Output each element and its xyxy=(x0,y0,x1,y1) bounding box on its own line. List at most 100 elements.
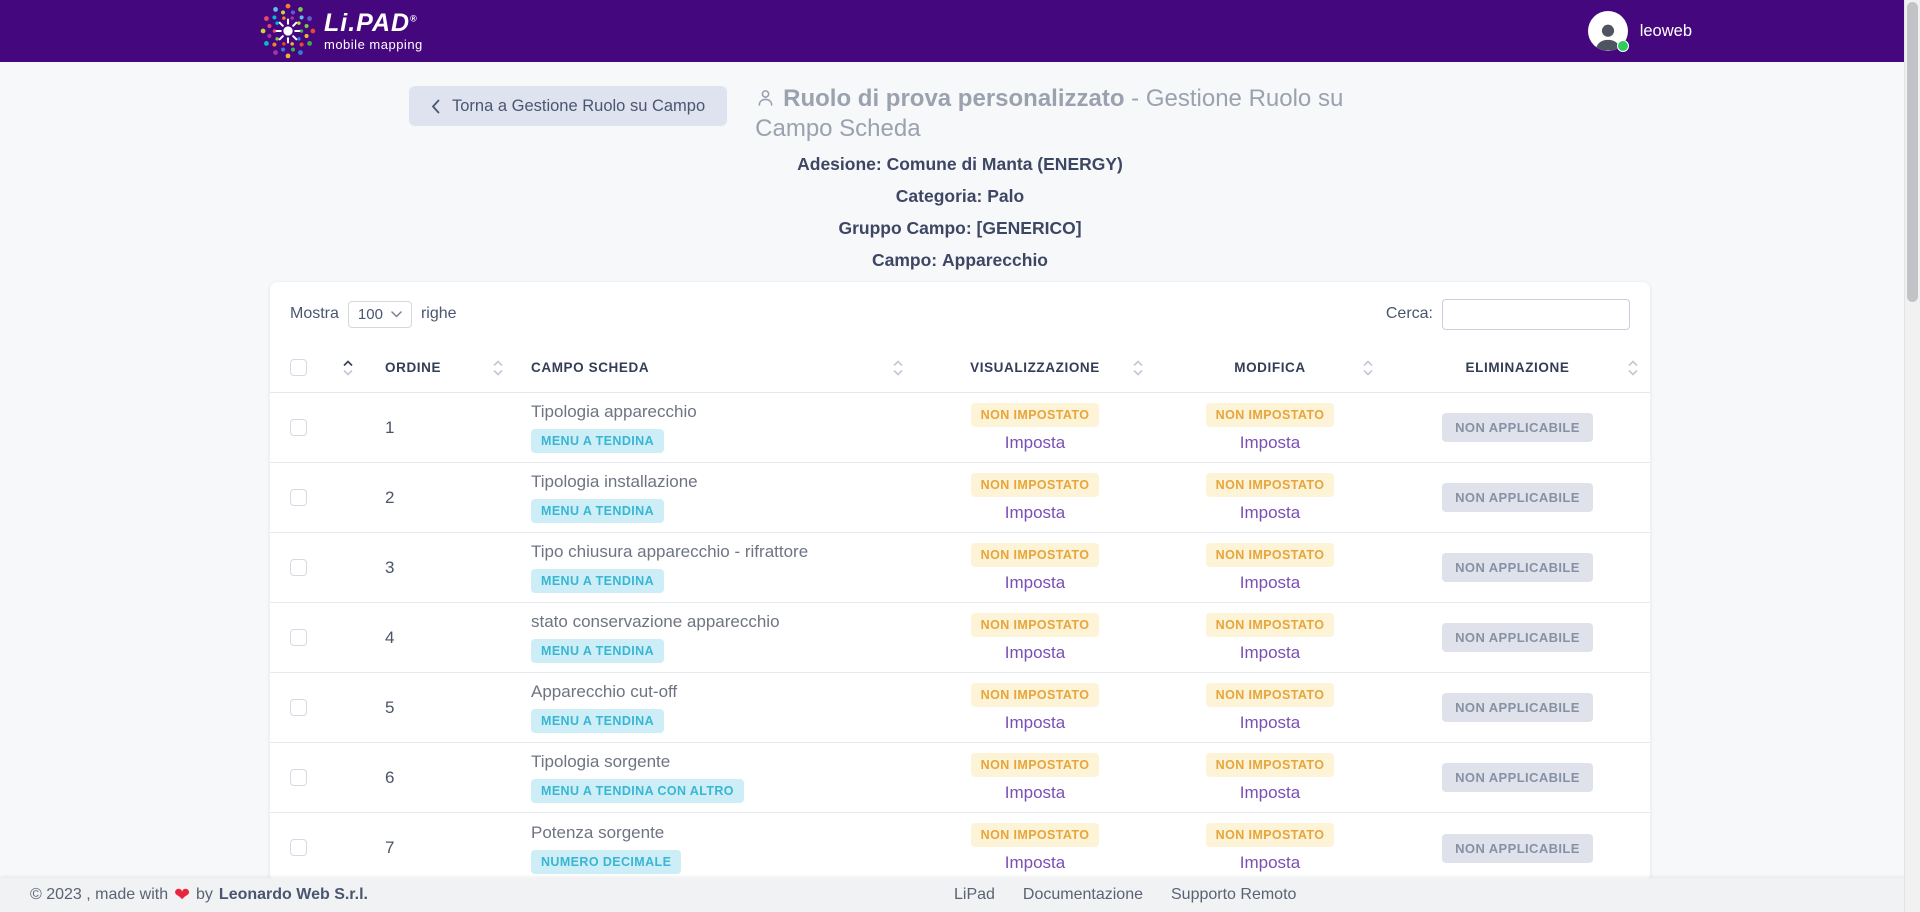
field-cell: Tipologia sorgente MENU A TENDINA CON AL… xyxy=(515,743,915,813)
meta-gruppo-campo: Gruppo Campo: [GENERICO] xyxy=(0,218,1920,239)
visualizzazione-status-badge: NON IMPOSTATO xyxy=(971,753,1100,777)
search-control: Cerca: xyxy=(1386,299,1630,330)
eliminazione-cell: NON APPLICABILE xyxy=(1385,463,1650,533)
page-scrollbar[interactable] xyxy=(1904,0,1920,912)
table-body: 1 Tipologia apparecchio MENU A TENDINA N… xyxy=(270,393,1650,883)
sort-desc-icon xyxy=(893,369,903,375)
fields-table: ORDINE CAMPO SCHEDA xyxy=(270,343,1650,883)
visualizzazione-cell: NON IMPOSTATO Imposta xyxy=(915,743,1155,813)
page-length-select[interactable]: 100 xyxy=(348,301,412,328)
chevron-left-icon xyxy=(431,99,440,114)
back-button[interactable]: Torna a Gestione Ruolo su Campo xyxy=(409,86,727,126)
select-all-checkbox[interactable] xyxy=(290,359,307,376)
avatar xyxy=(1588,11,1628,51)
sort-desc-icon xyxy=(343,369,353,375)
field-cell: Tipologia installazione MENU A TENDINA xyxy=(515,463,915,533)
visualizzazione-status-badge: NON IMPOSTATO xyxy=(971,823,1100,847)
imposta-modifica-link[interactable]: Imposta xyxy=(1240,643,1300,663)
scrollbar-thumb[interactable] xyxy=(1907,2,1918,302)
column-header-eliminazione[interactable]: ELIMINAZIONE xyxy=(1385,343,1650,393)
modifica-cell: NON IMPOSTATO Imposta xyxy=(1155,743,1385,813)
sort-desc-icon xyxy=(1628,369,1638,375)
sort-icons xyxy=(493,360,503,375)
imposta-visualizzazione-link[interactable]: Imposta xyxy=(1005,433,1065,453)
meta-categoria: Categoria: Palo xyxy=(0,186,1920,207)
search-input[interactable] xyxy=(1442,299,1630,330)
column-header-visualizzazione[interactable]: VISUALIZZAZIONE xyxy=(915,343,1155,393)
column-header-ordine[interactable]: ORDINE xyxy=(365,343,515,393)
field-name: stato conservazione apparecchio xyxy=(531,612,915,632)
imposta-modifica-link[interactable]: Imposta xyxy=(1240,783,1300,803)
modifica-status-badge: NON IMPOSTATO xyxy=(1206,403,1335,427)
column-header-campo-scheda[interactable]: CAMPO SCHEDA xyxy=(515,343,915,393)
online-status-dot xyxy=(1617,40,1629,52)
modifica-cell: NON IMPOSTATO Imposta xyxy=(1155,603,1385,673)
sort-asc-icon xyxy=(493,360,503,366)
order-cell: 3 xyxy=(365,533,515,603)
table-row: 1 Tipologia apparecchio MENU A TENDINA N… xyxy=(270,393,1650,463)
footer-link-supporto-remoto[interactable]: Supporto Remoto xyxy=(1171,886,1296,904)
modifica-status-badge: NON IMPOSTATO xyxy=(1206,613,1335,637)
table-row: 2 Tipologia installazione MENU A TENDINA… xyxy=(270,463,1650,533)
row-checkbox[interactable] xyxy=(290,699,307,716)
visualizzazione-status-badge: NON IMPOSTATO xyxy=(971,543,1100,567)
field-name: Potenza sorgente xyxy=(531,823,915,843)
eliminazione-status-badge: NON APPLICABILE xyxy=(1442,763,1593,792)
imposta-modifica-link[interactable]: Imposta xyxy=(1240,503,1300,523)
logo-dots-icon xyxy=(260,3,316,59)
row-checkbox[interactable] xyxy=(290,839,307,856)
footer-link-documentazione[interactable]: Documentazione xyxy=(1023,886,1143,904)
imposta-modifica-link[interactable]: Imposta xyxy=(1240,713,1300,733)
imposta-modifica-link[interactable]: Imposta xyxy=(1240,573,1300,593)
order-cell: 7 xyxy=(365,813,515,883)
table-row: 3 Tipo chiusura apparecchio - rifrattore… xyxy=(270,533,1650,603)
row-checkbox[interactable] xyxy=(290,629,307,646)
app-header: Li.PAD® mobile mapping leoweb xyxy=(0,0,1920,62)
footer-link-lipad[interactable]: LiPad xyxy=(954,886,995,904)
modifica-status-badge: NON IMPOSTATO xyxy=(1206,473,1335,497)
order-cell: 2 xyxy=(365,463,515,533)
logo-subtitle: mobile mapping xyxy=(324,38,423,51)
imposta-visualizzazione-link[interactable]: Imposta xyxy=(1005,783,1065,803)
imposta-visualizzazione-link[interactable]: Imposta xyxy=(1005,853,1065,873)
sort-asc-icon xyxy=(1628,360,1638,366)
field-type-badge: MENU A TENDINA xyxy=(531,569,664,593)
imposta-modifica-link[interactable]: Imposta xyxy=(1240,433,1300,453)
footer-links: LiPad Documentazione Supporto Remoto xyxy=(954,886,1296,904)
imposta-visualizzazione-link[interactable]: Imposta xyxy=(1005,713,1065,733)
eliminazione-cell: NON APPLICABILE xyxy=(1385,393,1650,463)
visualizzazione-status-badge: NON IMPOSTATO xyxy=(971,613,1100,637)
row-checkbox[interactable] xyxy=(290,489,307,506)
eliminazione-cell: NON APPLICABILE xyxy=(1385,603,1650,673)
imposta-visualizzazione-link[interactable]: Imposta xyxy=(1005,643,1065,663)
modifica-status-badge: NON IMPOSTATO xyxy=(1206,543,1335,567)
table-row: 6 Tipologia sorgente MENU A TENDINA CON … xyxy=(270,743,1650,813)
field-name: Tipologia sorgente xyxy=(531,752,915,772)
eliminazione-status-badge: NON APPLICABILE xyxy=(1442,553,1593,582)
sort-icons xyxy=(1628,360,1638,375)
modifica-status-badge: NON IMPOSTATO xyxy=(1206,753,1335,777)
eliminazione-status-badge: NON APPLICABILE xyxy=(1442,623,1593,652)
field-name: Tipologia installazione xyxy=(531,472,915,492)
order-cell: 6 xyxy=(365,743,515,813)
imposta-modifica-link[interactable]: Imposta xyxy=(1240,853,1300,873)
column-header-modifica[interactable]: MODIFICA xyxy=(1155,343,1385,393)
page-title: Ruolo di prova personalizzato - Gestione… xyxy=(755,84,1410,145)
eliminazione-status-badge: NON APPLICABILE xyxy=(1442,693,1593,722)
field-type-badge: MENU A TENDINA CON ALTRO xyxy=(531,779,744,803)
eliminazione-status-badge: NON APPLICABILE xyxy=(1442,483,1593,512)
visualizzazione-status-badge: NON IMPOSTATO xyxy=(971,683,1100,707)
imposta-visualizzazione-link[interactable]: Imposta xyxy=(1005,503,1065,523)
row-checkbox[interactable] xyxy=(290,769,307,786)
row-checkbox[interactable] xyxy=(290,559,307,576)
header-select-column[interactable] xyxy=(270,343,365,393)
user-menu[interactable]: leoweb xyxy=(1588,11,1692,51)
sort-icons xyxy=(1133,360,1143,375)
table-row: 7 Potenza sorgente NUMERO DECIMALE NON I… xyxy=(270,813,1650,883)
copyright: © 2023 , made with ❤ by Leonardo Web S.r… xyxy=(30,886,368,905)
app-logo[interactable]: Li.PAD® mobile mapping xyxy=(260,3,423,59)
visualizzazione-status-badge: NON IMPOSTATO xyxy=(971,473,1100,497)
order-cell: 4 xyxy=(365,603,515,673)
imposta-visualizzazione-link[interactable]: Imposta xyxy=(1005,573,1065,593)
row-checkbox[interactable] xyxy=(290,419,307,436)
